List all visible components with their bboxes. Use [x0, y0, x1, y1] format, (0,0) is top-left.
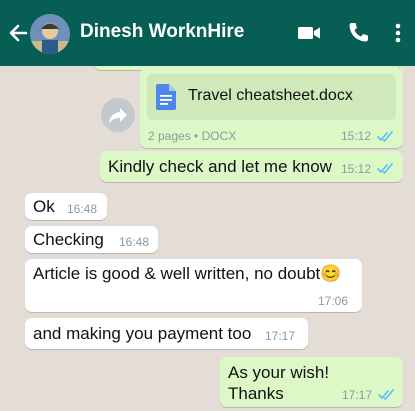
read-ticks-icon [377, 131, 393, 142]
document-pages: 2 pages [148, 129, 191, 143]
message-time: 17:06 [318, 294, 349, 308]
emoji: 😊 [320, 264, 342, 283]
message-line: Thanks [228, 384, 284, 403]
avatar[interactable] [30, 14, 70, 54]
message-time: 17:17 [265, 329, 296, 343]
more-vert-icon[interactable] [383, 18, 413, 48]
message-bubble[interactable]: Article is good & well written, no doubt… [25, 259, 362, 312]
message-text: Kindly check and let me know [108, 157, 332, 176]
meta-separator: • [194, 129, 199, 143]
message-time: 15:12 [341, 129, 372, 143]
document-message[interactable]: Travel cheatsheet.docx 2 pages • DOCX 15… [140, 68, 403, 148]
phone-icon[interactable] [343, 18, 373, 48]
message-time: 15:12 [341, 162, 372, 176]
message-text: Checking [33, 230, 104, 249]
contact-name[interactable]: Dinesh WorknHire [80, 21, 244, 43]
chat-area[interactable]: Travel cheatsheet.docx 2 pages • DOCX 15… [0, 66, 415, 411]
message-body: Article is good & well written, no doubt [33, 264, 321, 283]
message-line: As your wish! [228, 363, 330, 382]
forward-button[interactable] [101, 98, 135, 132]
message-time: 16:48 [67, 202, 98, 216]
chat-header: Dinesh WorknHire [0, 0, 415, 66]
message-text: Article is good & well written, no doubt… [33, 264, 341, 284]
message-bubble[interactable]: Checking 16:48 [25, 226, 158, 253]
message-bubble[interactable]: Kindly check and let me know 15:12 [100, 151, 403, 182]
forward-icon [109, 108, 127, 124]
message-bubble[interactable]: Ok 16:48 [25, 193, 107, 220]
message-text: and making you payment too [33, 324, 252, 343]
document-preview[interactable]: Travel cheatsheet.docx [147, 74, 396, 120]
read-ticks-icon [378, 389, 394, 400]
read-ticks-icon [377, 163, 393, 174]
document-meta: 2 pages • DOCX [148, 129, 236, 143]
document-filename: Travel cheatsheet.docx [188, 87, 353, 104]
document-icon [156, 84, 176, 110]
document-type: DOCX [201, 129, 237, 143]
message-text: Ok [33, 197, 55, 216]
message-time: 16:48 [119, 235, 150, 249]
message-bubble[interactable]: As your wish! Thanks 17:17 [220, 357, 403, 407]
message-time: 17:17 [342, 388, 373, 402]
arrow-left-icon[interactable] [6, 18, 32, 48]
video-call-icon[interactable] [294, 18, 324, 48]
avatar-image [30, 14, 70, 54]
message-bubble[interactable]: and making you payment too 17:17 [25, 318, 308, 349]
